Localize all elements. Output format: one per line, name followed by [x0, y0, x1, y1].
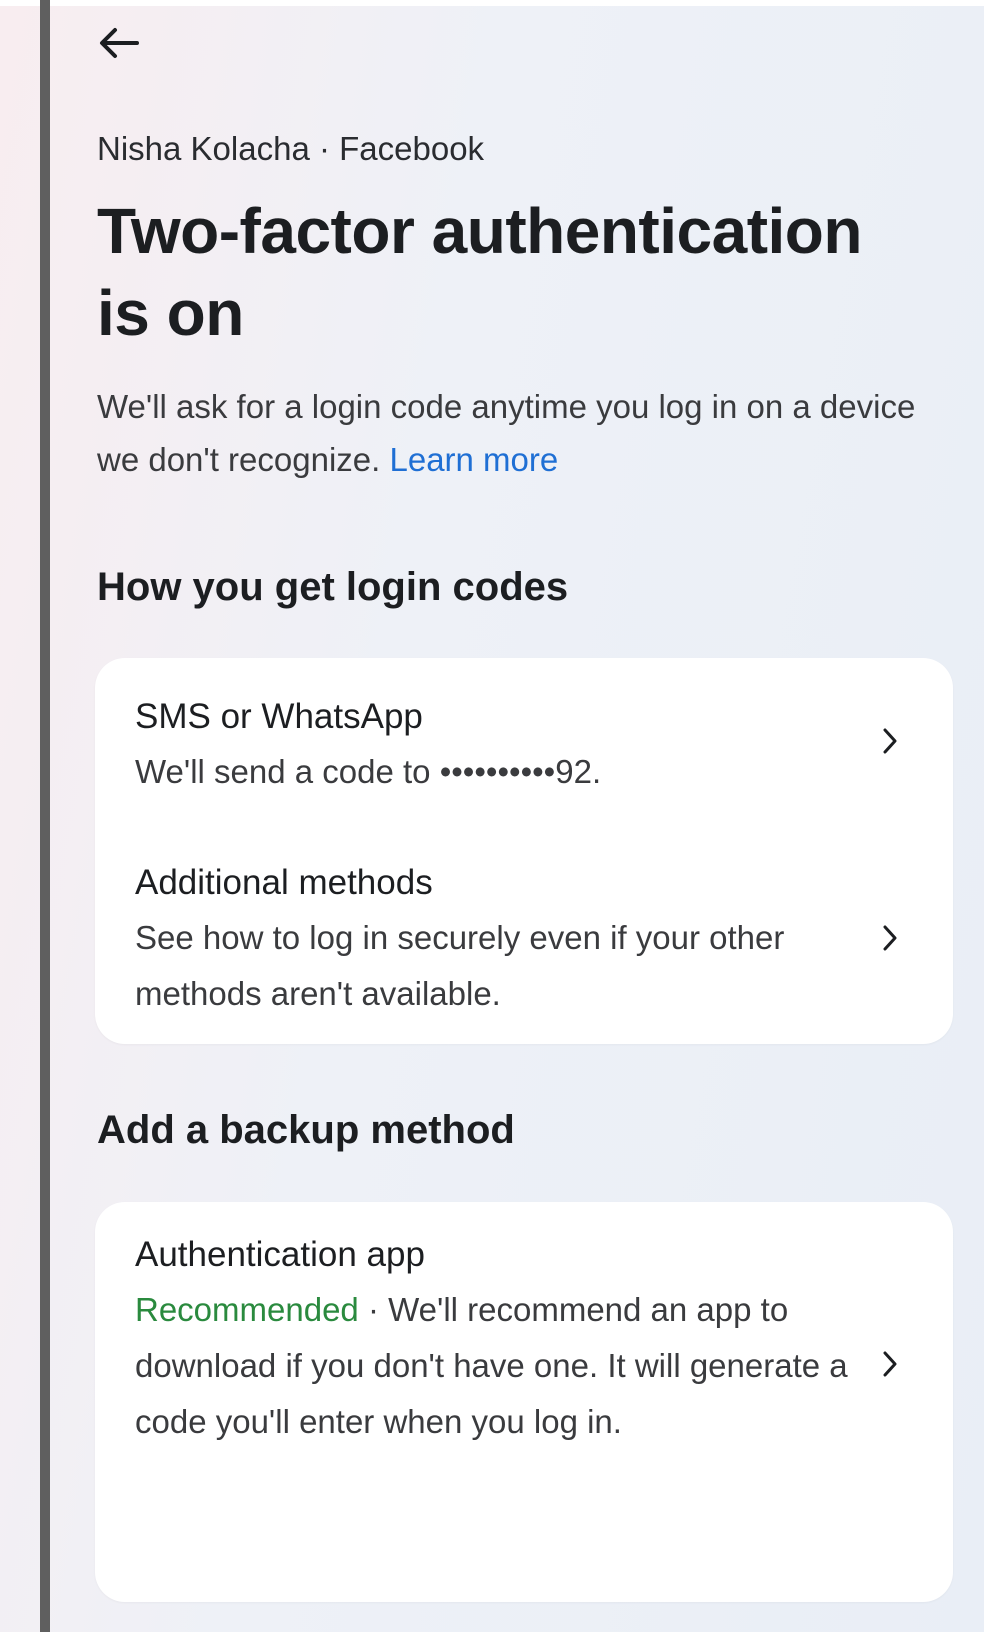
sms-whatsapp-row[interactable]: SMS or WhatsApp We'll send a code to •••… — [95, 658, 953, 830]
left-panel-border — [40, 0, 50, 1632]
additional-methods-title: Additional methods — [135, 863, 433, 902]
sms-whatsapp-description: We'll send a code to ••••••••••92. — [135, 753, 602, 790]
chevron-right-icon — [879, 920, 901, 956]
sms-whatsapp-title: SMS or WhatsApp — [135, 697, 423, 736]
recommended-label: Recommended — [135, 1291, 359, 1328]
chevron-right-icon — [879, 723, 901, 759]
authentication-app-title: Authentication app — [135, 1235, 425, 1274]
account-context: Nisha Kolacha · Facebook — [97, 130, 485, 167]
arrow-left-icon — [97, 25, 141, 61]
page-title: Two-factor authentication is on — [97, 195, 862, 349]
page-description: We'll ask for a login code anytime you l… — [97, 380, 927, 486]
separator: · — [358, 1291, 389, 1328]
learn-more-link[interactable]: Learn more — [389, 441, 558, 478]
chevron-right-icon — [879, 1346, 901, 1382]
authentication-app-row[interactable]: Authentication app Recommended · We'll r… — [95, 1202, 953, 1450]
additional-methods-description: See how to log in securely even if your … — [135, 919, 785, 1012]
window-top-edge — [0, 0, 984, 6]
login-codes-card: SMS or WhatsApp We'll send a code to •••… — [95, 658, 953, 1044]
additional-methods-row[interactable]: Additional methods See how to log in sec… — [95, 830, 953, 1036]
backup-method-heading: Add a backup method — [97, 1108, 515, 1152]
backup-methods-card: Authentication app Recommended · We'll r… — [95, 1202, 953, 1602]
authentication-app-description: Recommended · We'll recommend an app to … — [135, 1282, 863, 1450]
login-codes-heading: How you get login codes — [97, 565, 569, 609]
back-button[interactable] — [97, 18, 153, 68]
